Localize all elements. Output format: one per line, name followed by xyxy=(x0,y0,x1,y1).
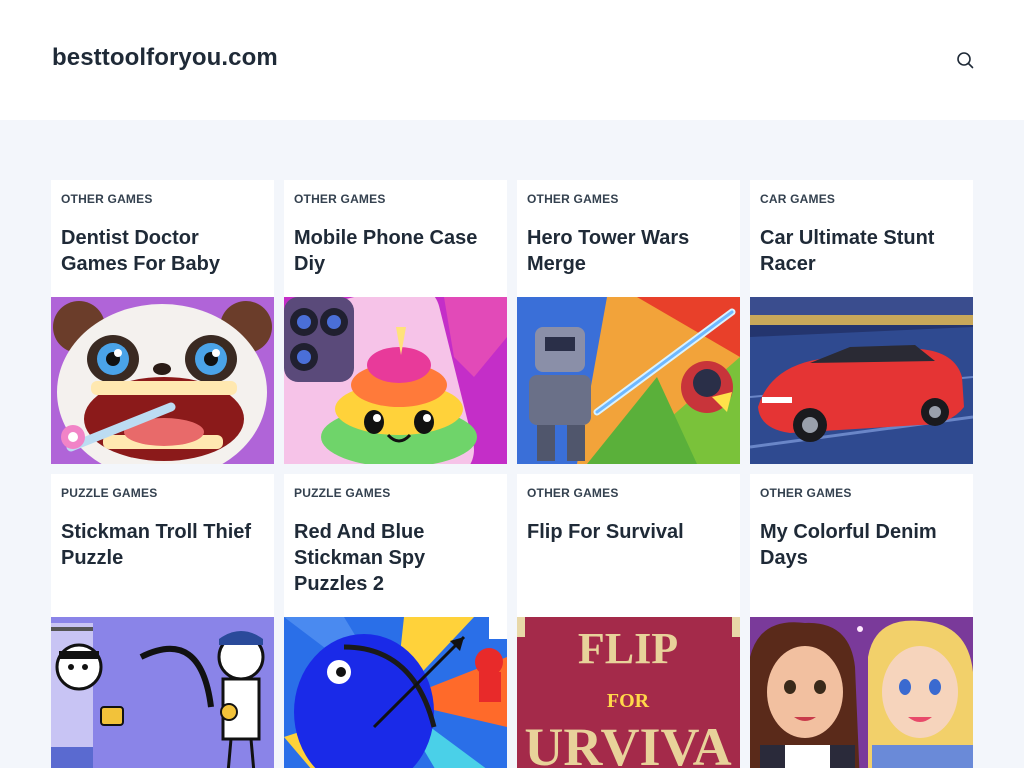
card-title-link[interactable]: Stickman Troll Thief Puzzle xyxy=(61,519,266,571)
card-thumbnail[interactable] xyxy=(750,297,973,464)
card-category-link[interactable]: OTHER GAMES xyxy=(61,192,153,206)
site-title-link[interactable]: besttoolforyou.com xyxy=(52,44,278,72)
card-title-link[interactable]: Flip For Survival xyxy=(527,519,732,545)
game-card: OTHER GAMES Mobile Phone Case Diy xyxy=(284,180,507,464)
game-card: OTHER GAMES Dentist Doctor Games For Bab… xyxy=(51,180,274,464)
card-title-link[interactable]: Red And Blue Stickman Spy Puzzles 2 xyxy=(294,519,499,597)
card-title-link[interactable]: Hero Tower Wars Merge xyxy=(527,225,732,277)
card-category-link[interactable]: OTHER GAMES xyxy=(760,486,852,500)
site-header: besttoolforyou.com xyxy=(0,0,1024,120)
card-category-link[interactable]: OTHER GAMES xyxy=(527,486,619,500)
card-thumbnail[interactable] xyxy=(51,617,274,768)
game-card: CAR GAMES Car Ultimate Stunt Racer xyxy=(750,180,973,464)
search-icon[interactable] xyxy=(954,49,976,71)
card-title-link[interactable]: Car Ultimate Stunt Racer xyxy=(760,225,965,277)
card-title-link[interactable]: My Colorful Denim Days xyxy=(760,519,965,571)
game-card: OTHER GAMES My Colorful Denim Days xyxy=(750,474,973,768)
card-thumbnail[interactable]: FLIP FOR URVIVA xyxy=(517,617,740,768)
card-thumbnail[interactable] xyxy=(750,617,973,768)
card-category-link[interactable]: PUZZLE GAMES xyxy=(61,486,157,500)
card-thumbnail[interactable] xyxy=(284,297,507,464)
game-card: PUZZLE GAMES Stickman Troll Thief Puzzle xyxy=(51,474,274,768)
card-category-link[interactable]: CAR GAMES xyxy=(760,192,835,206)
card-thumbnail[interactable] xyxy=(51,297,274,464)
card-category-link[interactable]: OTHER GAMES xyxy=(527,192,619,206)
game-card: OTHER GAMES Hero Tower Wars Merge xyxy=(517,180,740,464)
game-card: PUZZLE GAMES Red And Blue Stickman Spy P… xyxy=(284,474,507,768)
card-title-link[interactable]: Mobile Phone Case Diy xyxy=(294,225,499,277)
card-thumbnail[interactable] xyxy=(284,617,507,768)
card-thumbnail[interactable] xyxy=(517,297,740,464)
card-category-link[interactable]: PUZZLE GAMES xyxy=(294,486,390,500)
flip-thumb-text-2: FOR xyxy=(607,690,650,712)
card-category-link[interactable]: OTHER GAMES xyxy=(294,192,386,206)
card-title-link[interactable]: Dentist Doctor Games For Baby xyxy=(61,225,266,277)
flip-thumb-text-3: URVIVA xyxy=(524,717,731,768)
flip-thumb-text-1: FLIP xyxy=(578,624,678,673)
game-card: OTHER GAMES Flip For Survival FLIP FOR U… xyxy=(517,474,740,768)
